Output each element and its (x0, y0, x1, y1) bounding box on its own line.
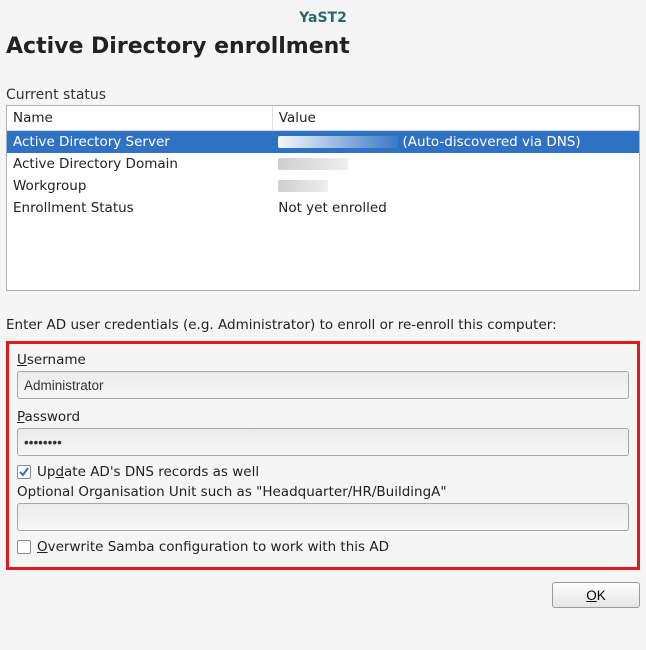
redacted-value (278, 158, 348, 170)
cell-value (272, 153, 638, 175)
update-dns-label: Update AD's DNS records as well (37, 464, 259, 480)
username-label: Username (17, 352, 629, 368)
org-unit-label: Optional Organisation Unit such as "Head… (17, 484, 629, 500)
highlighted-form-area: Username Password Update AD's DNS record… (6, 341, 640, 570)
yast-window: YaST2 Active Directory enrollment Curren… (0, 0, 646, 624)
dialog-button-row: OK (6, 582, 640, 608)
table-row[interactable]: Enrollment Status Not yet enrolled (7, 197, 639, 219)
cell-name: Enrollment Status (7, 197, 272, 219)
update-dns-checkbox-row[interactable]: Update AD's DNS records as well (17, 464, 629, 480)
cell-value: (Auto-discovered via DNS) (272, 131, 638, 154)
current-status-label: Current status (6, 87, 640, 103)
overwrite-samba-checkbox-row[interactable]: Overwrite Samba configuration to work wi… (17, 539, 629, 555)
current-status-table: Name Value Active Directory Server (Auto… (7, 106, 639, 219)
current-status-table-container: Name Value Active Directory Server (Auto… (6, 105, 640, 291)
cell-value: Not yet enrolled (272, 197, 638, 219)
col-header-name[interactable]: Name (7, 106, 272, 131)
overwrite-samba-label: Overwrite Samba configuration to work wi… (37, 539, 389, 555)
table-header-row: Name Value (7, 106, 639, 131)
password-label: Password (17, 409, 629, 425)
col-header-value[interactable]: Value (272, 106, 638, 131)
username-field[interactable] (17, 371, 629, 399)
check-icon (18, 466, 30, 478)
ok-button[interactable]: OK (552, 582, 640, 608)
credentials-instruction: Enter AD user credentials (e.g. Administ… (6, 317, 640, 333)
cell-value-suffix: (Auto-discovered via DNS) (403, 134, 581, 150)
password-field[interactable] (17, 428, 629, 456)
table-row[interactable]: Active Directory Domain (7, 153, 639, 175)
update-dns-checkbox[interactable] (17, 465, 31, 479)
redacted-value (278, 136, 398, 148)
table-row[interactable]: Workgroup (7, 175, 639, 197)
cell-name: Active Directory Domain (7, 153, 272, 175)
redacted-value (278, 180, 328, 192)
cell-name: Active Directory Server (7, 131, 272, 154)
overwrite-samba-checkbox[interactable] (17, 540, 31, 554)
window-title: YaST2 (6, 6, 640, 34)
table-row[interactable]: Active Directory Server (Auto-discovered… (7, 131, 639, 154)
cell-value-suffix: Not yet enrolled (278, 200, 387, 216)
cell-value (272, 175, 638, 197)
page-heading: Active Directory enrollment (6, 34, 640, 59)
org-unit-field[interactable] (17, 503, 629, 531)
cell-name: Workgroup (7, 175, 272, 197)
